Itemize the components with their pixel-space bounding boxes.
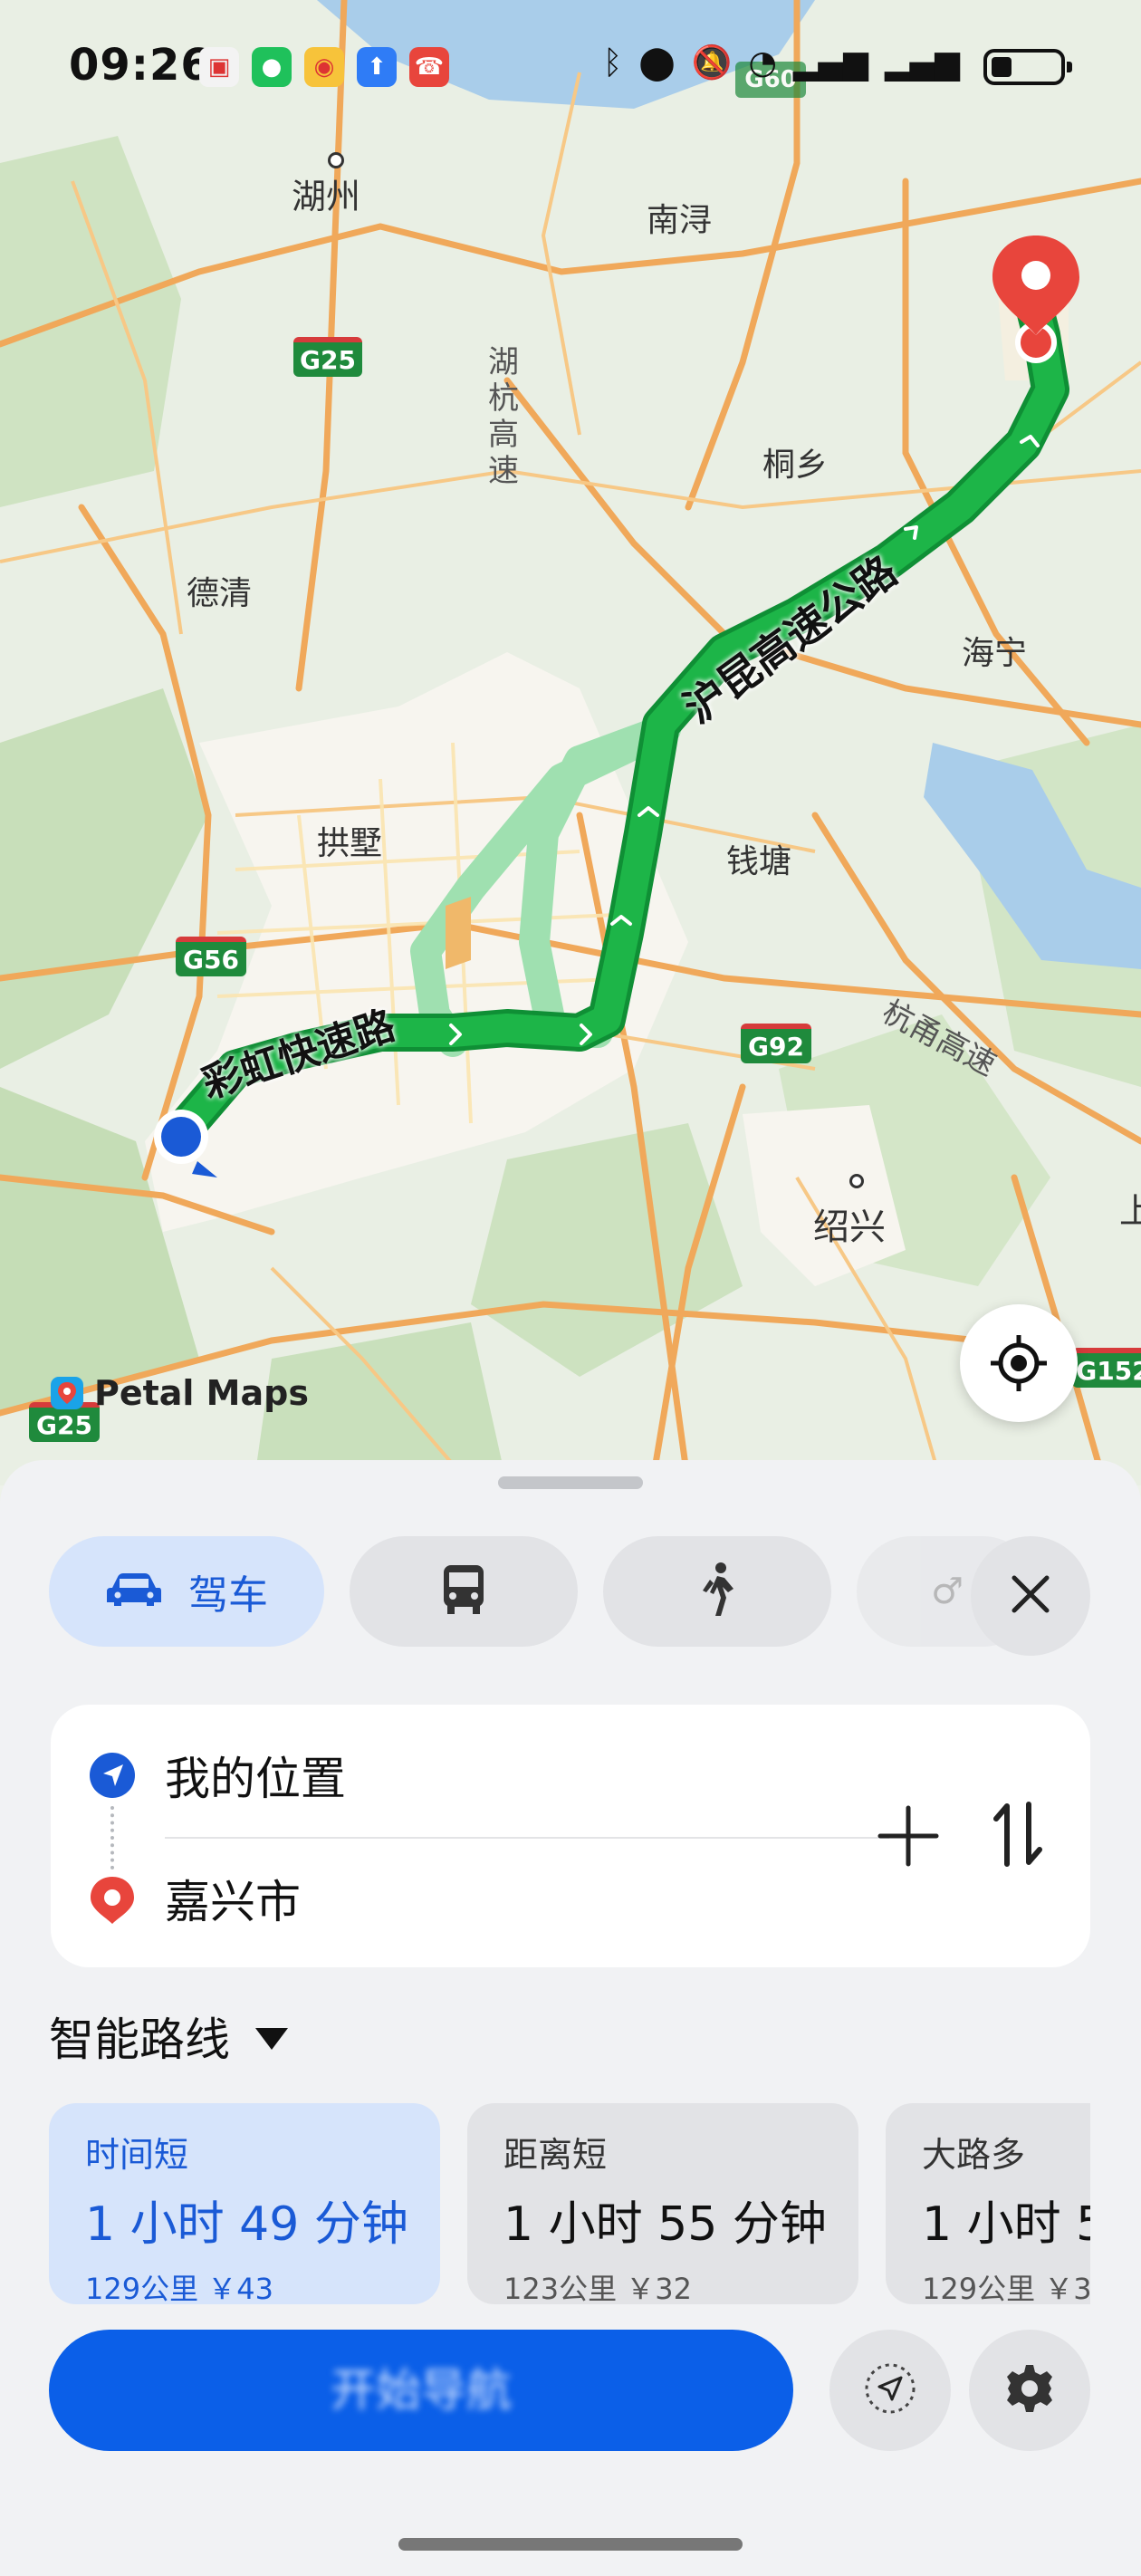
petal-logo-icon (49, 1375, 85, 1411)
field-divider (165, 1837, 889, 1839)
gear-icon (1002, 2361, 1057, 2419)
mode-tab-drive[interactable]: 驾车 (49, 1536, 324, 1647)
route-tag: 距离短 (503, 2135, 608, 2175)
route-duration: 1 小时 5 (922, 2197, 1090, 2252)
map-label-huhang-expressway: 湖 杭 高 速 (488, 344, 519, 489)
destination-pin-icon[interactable] (989, 234, 1083, 370)
destination-field[interactable]: 嘉兴市 (165, 1866, 301, 1931)
route-option-fastest[interactable]: 时间短 1 小时 49 分钟 129公里 ￥43 (49, 2103, 440, 2304)
notification-icons: ▣ ● ◉ ⬆ ☎ (199, 47, 449, 87)
route-meta: 123公里 ￥32 (503, 2272, 692, 2304)
route-option-shortest[interactable]: 距离短 1 小时 55 分钟 123公里 ￥32 (467, 2103, 858, 2304)
map-label-gongshu: 拱墅 (317, 825, 383, 862)
smart-route-dropdown[interactable]: 智能路线 (49, 2004, 290, 2069)
location-icon: ⬤ (638, 43, 676, 82)
simulate-navigation-button[interactable] (829, 2330, 951, 2451)
city-dot (849, 1174, 864, 1188)
missed-call-icon: ☎ (409, 47, 449, 87)
route-duration: 1 小时 49 分钟 (85, 2197, 408, 2252)
swap-locations-button[interactable] (992, 1801, 1043, 1871)
signal-2-icon: ▂▄▆ (884, 43, 960, 82)
weibo-icon: ◉ (304, 47, 344, 87)
bike-icon: ♂ (931, 1571, 964, 1612)
smart-route-label: 智能路线 (49, 2014, 230, 2066)
road-badge-g56: G56 (176, 937, 246, 976)
mode-tab-walk[interactable] (603, 1536, 831, 1647)
map-label-nanxun: 南浔 (647, 202, 713, 239)
status-icons: ᛒ ⬤ 🔕 ◔ ▂▄▆ ▂▄▆ (603, 43, 960, 82)
locate-me-button[interactable] (960, 1304, 1078, 1422)
close-button[interactable] (971, 1536, 1090, 1656)
notes-app-icon: ▣ (199, 47, 239, 87)
mode-tab-transit[interactable] (350, 1536, 578, 1647)
navigation-arrow-icon (863, 2361, 917, 2419)
map-view[interactable]: 湖州 南浔 桐乡 德清 海宁 拱墅 钱塘 绍兴 湖 杭 高 速 杭甬高速 上 彩… (0, 0, 1141, 1485)
map-label-deqing: 德清 (187, 575, 253, 612)
map-label-shaoxing: 绍兴 (813, 1206, 886, 1248)
route-connector-dots (110, 1806, 118, 1870)
petal-maps-logo: Petal Maps (49, 1373, 309, 1413)
road-badge-g92: G92 (741, 1024, 811, 1063)
add-waypoint-button[interactable] (877, 1804, 940, 1871)
route-settings-button[interactable] (969, 2330, 1090, 2451)
upload-app-icon: ⬆ (357, 47, 397, 87)
route-duration: 1 小时 55 分钟 (503, 2197, 827, 2252)
home-indicator[interactable] (398, 2538, 743, 2551)
destination-marker-icon (89, 1875, 136, 1929)
caret-down-icon (254, 2010, 290, 2062)
route-tag: 大路多 (922, 2135, 1026, 2175)
road-badge-g25: G25 (293, 337, 362, 377)
mute-icon: 🔕 (691, 44, 733, 82)
route-meta: 129公里 ￥43 (85, 2272, 273, 2304)
brand-label: Petal Maps (94, 1373, 309, 1413)
route-meta: 129公里 ￥3 (922, 2272, 1090, 2304)
map-label-huzhou: 湖州 (292, 177, 361, 216)
origin-field[interactable]: 我的位置 (165, 1743, 346, 1808)
road-badge-g152: G152 (1072, 1348, 1141, 1388)
map-label-haining: 海宁 (962, 635, 1028, 672)
mode-tab-drive-label: 驾车 (188, 1572, 268, 1619)
signal-1-icon: ▂▄▆ (792, 43, 868, 82)
status-bar: 09:26 ▣ ● ◉ ⬆ ☎ ᛒ ⬤ 🔕 ◔ ▂▄▆ ▂▄▆ (0, 0, 1141, 136)
wifi-icon: ◔ (748, 43, 777, 82)
crosshair-icon (989, 1333, 1049, 1393)
origin-navigation-icon (89, 1752, 136, 1802)
map-label-qiantang: 钱塘 (726, 843, 792, 880)
status-time: 09:26 (69, 40, 212, 91)
route-tag: 时间短 (85, 2135, 189, 2175)
start-navigation-label: 开始导航 (331, 2364, 512, 2417)
walk-icon (697, 1562, 737, 1621)
bluetooth-icon: ᛒ (602, 43, 623, 82)
start-navigation-button[interactable]: 开始导航 (49, 2330, 793, 2451)
battery-icon (983, 49, 1072, 85)
sheet-drag-handle[interactable] (498, 1476, 643, 1489)
map-label-shang: 上 (1119, 1191, 1141, 1231)
close-icon (1011, 1574, 1050, 1618)
route-option-main-roads[interactable]: 大路多 1 小时 5 129公里 ￥3 (886, 2103, 1090, 2304)
bus-icon (440, 1563, 487, 1620)
location-input-card: 我的位置 嘉兴市 (51, 1705, 1090, 1967)
route-planning-sheet: 驾车 ♂ 我的位置 嘉兴市 智能路线 时间短 1 小时 49 分钟 129公里 … (0, 1460, 1141, 2576)
wechat-icon: ● (252, 47, 292, 87)
map-label-tongxiang: 桐乡 (762, 447, 829, 484)
car-icon (105, 1572, 163, 1611)
city-dot (328, 152, 344, 168)
